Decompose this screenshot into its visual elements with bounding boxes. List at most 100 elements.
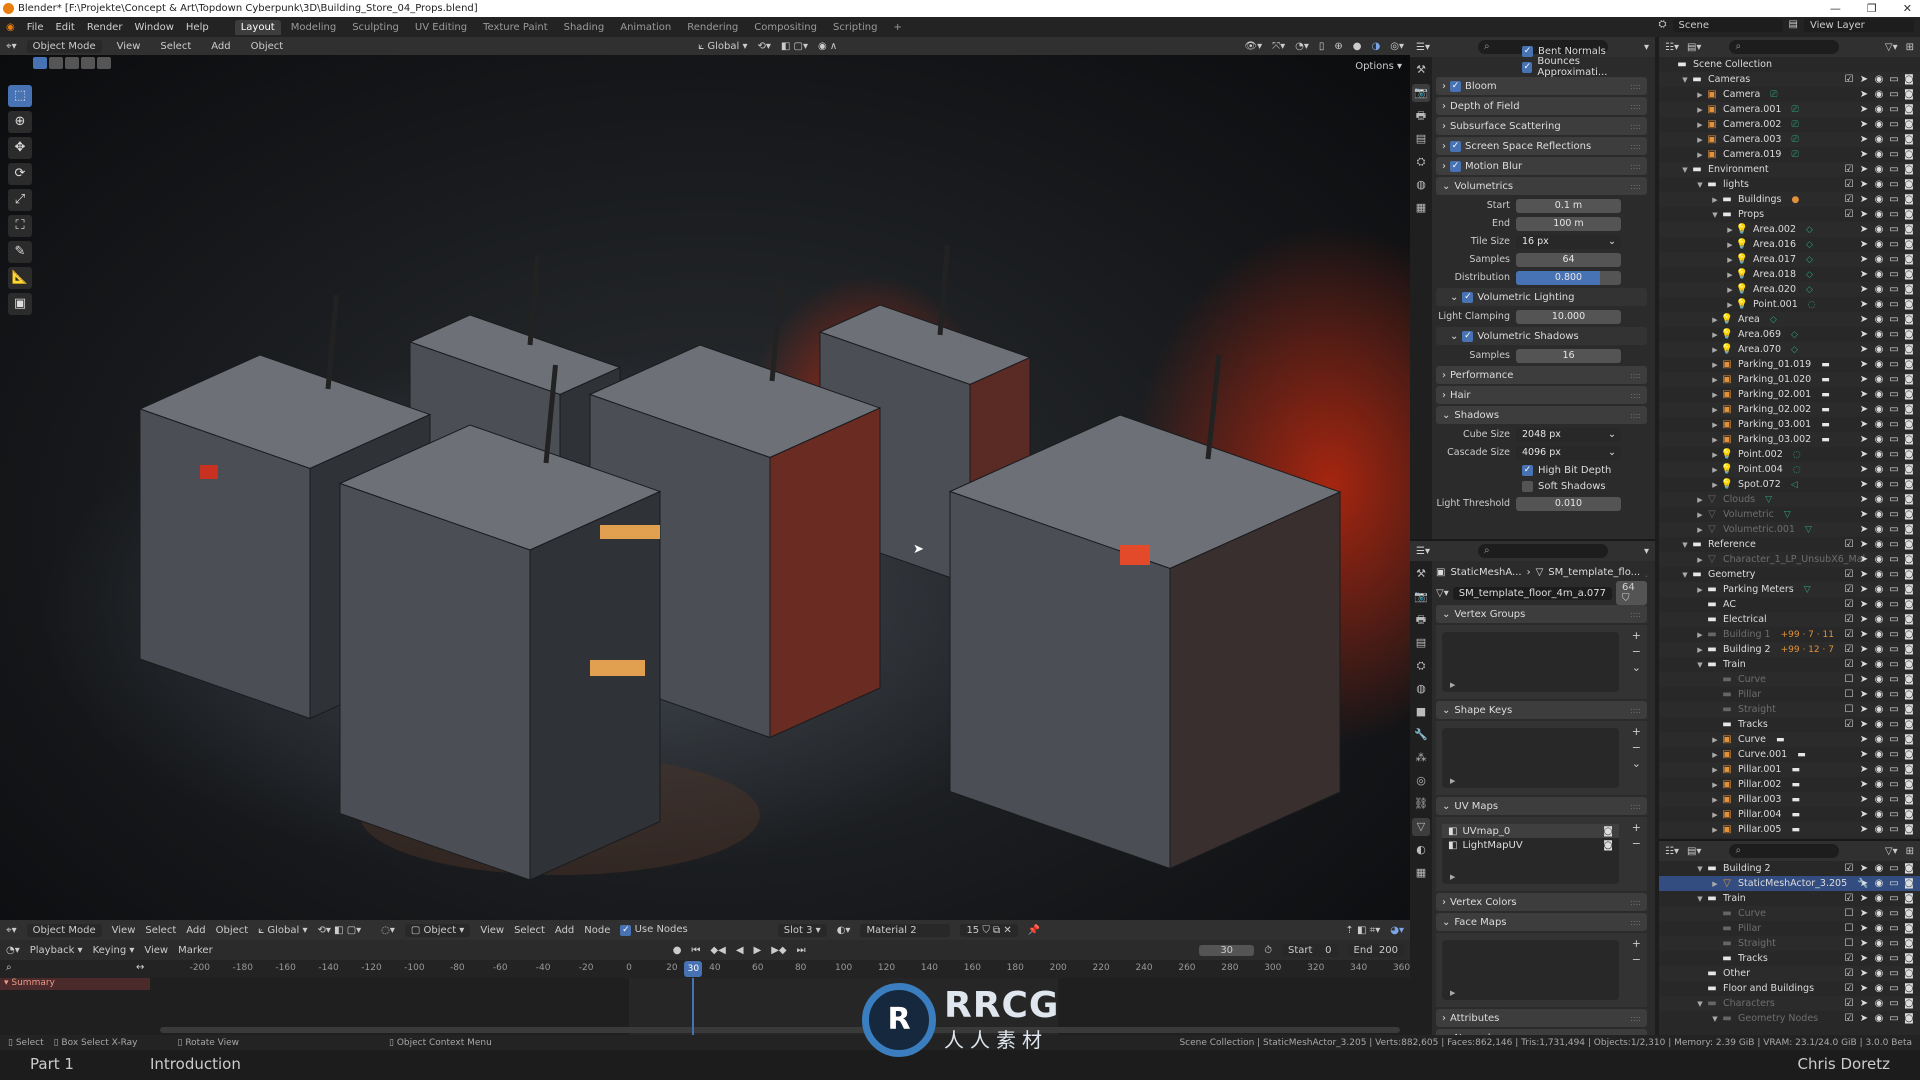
expand-closed-icon[interactable]: ▶: [1710, 826, 1720, 834]
shading-solid-icon[interactable]: ●: [1353, 41, 1362, 52]
expand-closed-icon[interactable]: ▶: [1710, 316, 1720, 324]
viewport-monitor-icon[interactable]: ▭: [1889, 983, 1899, 994]
eye-icon[interactable]: ◉: [1874, 734, 1884, 745]
specials-menu-icon[interactable]: ⌄: [1632, 661, 1641, 674]
exclude-checkbox-checked[interactable]: ☑: [1844, 953, 1854, 964]
outliner-item-curve[interactable]: ▬ Curve ☐ ➤ ◉ ▭ ◙: [1659, 906, 1920, 921]
scene-selector[interactable]: Scene: [1672, 19, 1783, 32]
render-camera-icon[interactable]: ◙: [1904, 374, 1914, 385]
eye-icon[interactable]: ◉: [1874, 479, 1884, 490]
drag-handle-icon[interactable]: ::::: [1630, 162, 1641, 171]
eye-icon[interactable]: ◉: [1874, 764, 1884, 775]
selectable-icon[interactable]: ➤: [1859, 344, 1869, 355]
viewport-monitor-icon[interactable]: ▭: [1889, 704, 1899, 715]
viewport-monitor-icon[interactable]: ▭: [1889, 404, 1899, 415]
viewport-monitor-icon[interactable]: ▭: [1889, 434, 1899, 445]
viewport-monitor-icon[interactable]: ▭: [1889, 524, 1899, 535]
selectable-icon[interactable]: ➤: [1859, 1013, 1869, 1024]
editor-type-icon[interactable]: ☰▾: [1416, 42, 1430, 53]
menu-select[interactable]: Select: [145, 925, 176, 936]
expand-open-icon[interactable]: ▼: [1710, 1015, 1720, 1023]
expand-closed-icon[interactable]: ▶: [1710, 196, 1720, 204]
render-camera-icon[interactable]: ◙: [1904, 764, 1914, 775]
snap-icon[interactable]: ◧ ▢▾: [781, 41, 808, 52]
outliner-item-props[interactable]: ▼ ▬ Props ☑ ➤ ◉ ▭ ◙: [1659, 207, 1920, 222]
expand-closed-icon[interactable]: ▶: [1695, 526, 1705, 534]
expand-open-icon[interactable]: ▼: [1695, 895, 1705, 903]
panel-depth-of-field[interactable]: › Depth of Field::::: [1436, 97, 1647, 115]
menu-file[interactable]: File: [27, 22, 44, 33]
outliner-item-parking-03-002[interactable]: ▶ ▣ Parking_03.002 ▬ ➤ ◉ ▭ ◙: [1659, 432, 1920, 447]
render-camera-icon[interactable]: ◙: [1904, 863, 1914, 874]
exclude-checkbox-checked[interactable]: ☑: [1844, 599, 1854, 610]
filter-icon[interactable]: ▽▾: [1885, 42, 1898, 53]
viewport-monitor-icon[interactable]: ▭: [1889, 224, 1899, 235]
selectable-icon[interactable]: ➤: [1859, 254, 1869, 265]
outliner-item-camera-002[interactable]: ▶ ▣ Camera.002 ⎚ ➤ ◉ ▭ ◙: [1659, 117, 1920, 132]
selectable-icon[interactable]: ➤: [1859, 923, 1869, 934]
outliner-item-area-002[interactable]: ▶ 💡 Area.002 ◇ ➤ ◉ ▭ ◙: [1659, 222, 1920, 237]
outliner-item-geometry[interactable]: ▼ ▬ Geometry ☑ ➤ ◉ ▭ ◙: [1659, 567, 1920, 582]
menu-help[interactable]: Help: [186, 22, 209, 33]
viewport-monitor-icon[interactable]: ▭: [1889, 74, 1899, 85]
current-frame-field[interactable]: 30: [1199, 944, 1255, 956]
render-camera-icon[interactable]: ◙: [1904, 419, 1914, 430]
specials-menu-icon[interactable]: ⌄: [1632, 757, 1641, 770]
visibility-icon[interactable]: 👁▾: [1244, 41, 1262, 52]
drag-handle-icon[interactable]: ::::: [1630, 706, 1641, 715]
select-invert-icon[interactable]: [81, 57, 95, 69]
expand-closed-icon[interactable]: ▶: [1710, 751, 1720, 759]
render-camera-icon[interactable]: ◙: [1904, 719, 1914, 730]
expand-closed-icon[interactable]: ▶: [1725, 241, 1735, 249]
exclude-checkbox-checked[interactable]: ☑: [1844, 584, 1854, 595]
dropdown-tile-size[interactable]: 16 px ⌄: [1516, 234, 1621, 249]
selectable-icon[interactable]: ➤: [1859, 464, 1869, 475]
selectable-icon[interactable]: ➤: [1859, 893, 1869, 904]
expand-closed-icon[interactable]: ▶: [1725, 256, 1735, 264]
remove-icon[interactable]: −: [1632, 741, 1641, 754]
eye-icon[interactable]: ◉: [1874, 179, 1884, 190]
selectable-icon[interactable]: ➤: [1859, 434, 1869, 445]
eye-icon[interactable]: ◉: [1874, 539, 1884, 550]
expand-closed-icon[interactable]: ▶: [1710, 361, 1720, 369]
view-menu[interactable]: View: [144, 945, 168, 956]
transform-tool-icon[interactable]: ⛶: [8, 215, 32, 237]
eye-icon[interactable]: ◉: [1874, 359, 1884, 370]
render-camera-icon[interactable]: ◙: [1904, 599, 1914, 610]
render-camera-icon[interactable]: ◙: [1904, 389, 1914, 400]
record-button[interactable]: ●: [673, 945, 682, 956]
viewport-monitor-icon[interactable]: ▭: [1889, 269, 1899, 280]
material-users[interactable]: 15 ⛉ ⧉ ✕: [960, 923, 1018, 937]
expand-open-icon[interactable]: ▼: [1695, 865, 1705, 873]
render-camera-icon[interactable]: ◙: [1904, 998, 1914, 1009]
expand-open-icon[interactable]: ▼: [1695, 1000, 1705, 1008]
menu-object[interactable]: Object: [216, 925, 249, 936]
modifier-tab-icon[interactable]: 🔧: [1412, 726, 1430, 744]
render-camera-icon[interactable]: ◙: [1904, 284, 1914, 295]
selectable-icon[interactable]: ➤: [1859, 764, 1869, 775]
eye-icon[interactable]: ◉: [1874, 494, 1884, 505]
eye-icon[interactable]: ◉: [1874, 269, 1884, 280]
outliner-item-area-018[interactable]: ▶ 💡 Area.018 ◇ ➤ ◉ ▭ ◙: [1659, 267, 1920, 282]
eye-icon[interactable]: ◉: [1874, 329, 1884, 340]
render-camera-icon[interactable]: ◙: [1904, 659, 1914, 670]
camera-icon[interactable]: ◙: [1603, 840, 1613, 851]
selectable-icon[interactable]: ➤: [1859, 194, 1869, 205]
panel-enable-checkbox[interactable]: ✓: [1450, 80, 1461, 92]
outliner-item-scene-collection[interactable]: ▬ Scene Collection: [1659, 57, 1920, 72]
selectable-icon[interactable]: ➤: [1859, 314, 1869, 325]
tool-tab-icon[interactable]: ⚒: [1412, 565, 1430, 583]
outliner-item-train[interactable]: ▼ ▬ Train ☑ ➤ ◉ ▭ ◙: [1659, 657, 1920, 672]
render-camera-icon[interactable]: ◙: [1904, 908, 1914, 919]
viewport-monitor-icon[interactable]: ▭: [1889, 554, 1899, 565]
exclude-checkbox-checked[interactable]: ☑: [1844, 644, 1854, 655]
render-camera-icon[interactable]: ◙: [1904, 269, 1914, 280]
mode-dropdown[interactable]: Object Mode: [26, 39, 102, 53]
xray-icon[interactable]: ▯: [1319, 41, 1325, 52]
render-camera-icon[interactable]: ◙: [1904, 569, 1914, 580]
eye-icon[interactable]: ◉: [1874, 968, 1884, 979]
material-name-field[interactable]: Material 2: [860, 923, 951, 937]
render-camera-icon[interactable]: ◙: [1904, 938, 1914, 949]
subpanel-volumetric-lighting[interactable]: ⌄ ✓ Volumetric Lighting: [1436, 288, 1647, 306]
prev-keyframe-button[interactable]: ◆◀: [710, 945, 725, 956]
